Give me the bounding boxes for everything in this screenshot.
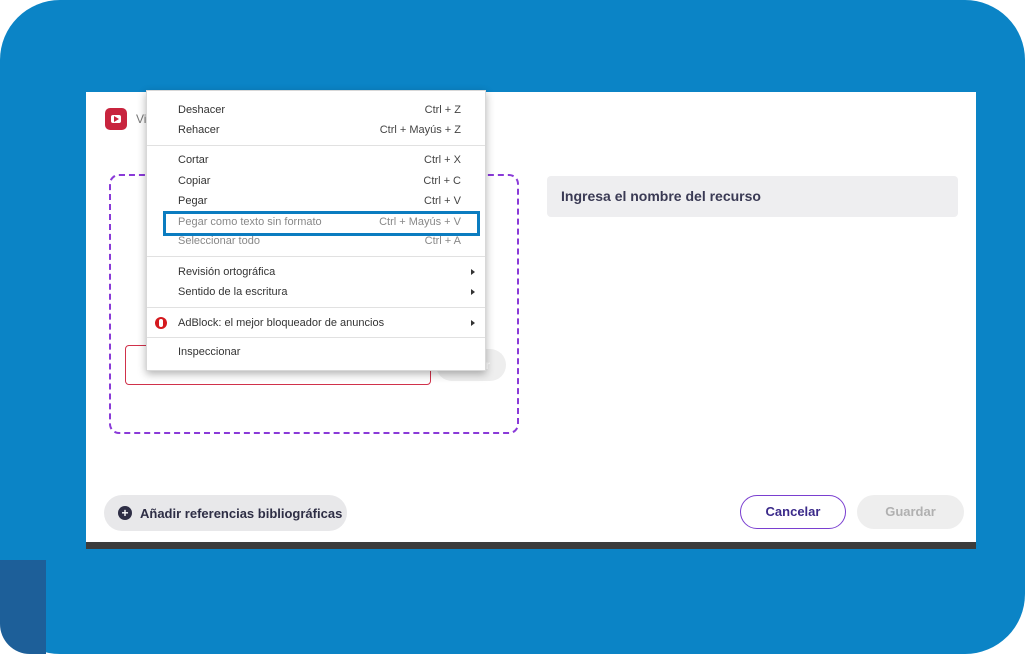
menu-separator: [147, 307, 485, 308]
menu-item-label: Inspeccionar: [178, 346, 241, 358]
menu-item-inspect[interactable]: Inspeccionar: [147, 343, 485, 361]
menu-item-label: Cortar: [178, 154, 209, 166]
frame-corner-decoration: [0, 560, 46, 654]
menu-item-paste[interactable]: Pegar Ctrl + V: [147, 192, 485, 210]
panel-bottom-border: [86, 542, 976, 549]
submenu-arrow-icon: [471, 269, 475, 275]
menu-item-label: Deshacer: [178, 104, 226, 116]
save-button[interactable]: Guardar: [857, 495, 964, 529]
menu-item-undo[interactable]: Deshacer Ctrl + Z: [147, 101, 485, 119]
menu-item-label: Pegar: [178, 195, 208, 207]
adblock-icon: [155, 317, 167, 329]
menu-item-writing-direction[interactable]: Sentido de la escritura: [147, 283, 485, 301]
add-references-button[interactable]: + Añadir referencias bibliográficas: [104, 495, 347, 531]
menu-item-shortcut: Ctrl + V: [424, 195, 461, 207]
menu-item-copy[interactable]: Copiar Ctrl + C: [147, 172, 485, 190]
menu-item-redo[interactable]: Rehacer Ctrl + Mayús + Z: [147, 121, 485, 139]
menu-separator: [147, 145, 485, 146]
menu-item-label: Sentido de la escritura: [178, 286, 288, 298]
menu-item-cut[interactable]: Cortar Ctrl + X: [147, 151, 485, 169]
menu-item-adblock[interactable]: AdBlock: el mejor bloqueador de anuncios: [147, 314, 485, 332]
menu-item-label: AdBlock: el mejor bloqueador de anuncios: [178, 317, 385, 329]
video-label: Vi: [136, 112, 147, 126]
menu-item-label: Rehacer: [178, 124, 220, 136]
menu-separator: [147, 256, 485, 257]
submenu-arrow-icon: [471, 320, 475, 326]
menu-item-spellcheck[interactable]: Revisión ortográfica: [147, 263, 485, 281]
resource-name-input[interactable]: Ingresa el nombre del recurso: [547, 176, 958, 217]
submenu-arrow-icon: [471, 289, 475, 295]
menu-item-shortcut: Ctrl + C: [423, 175, 461, 187]
menu-item-shortcut: Ctrl + X: [424, 154, 461, 166]
add-references-label: Añadir referencias bibliográficas: [140, 505, 343, 521]
highlight-annotation-box: [163, 211, 480, 236]
menu-item-shortcut: Ctrl + Z: [424, 104, 461, 116]
menu-separator: [147, 337, 485, 338]
menu-item-label: Copiar: [178, 175, 211, 187]
plus-circle-icon: +: [118, 506, 132, 520]
youtube-icon: [105, 108, 127, 130]
menu-item-label: Revisión ortográfica: [178, 266, 276, 278]
menu-item-shortcut: Ctrl + Mayús + Z: [379, 124, 461, 136]
cancel-button[interactable]: Cancelar: [740, 495, 846, 529]
